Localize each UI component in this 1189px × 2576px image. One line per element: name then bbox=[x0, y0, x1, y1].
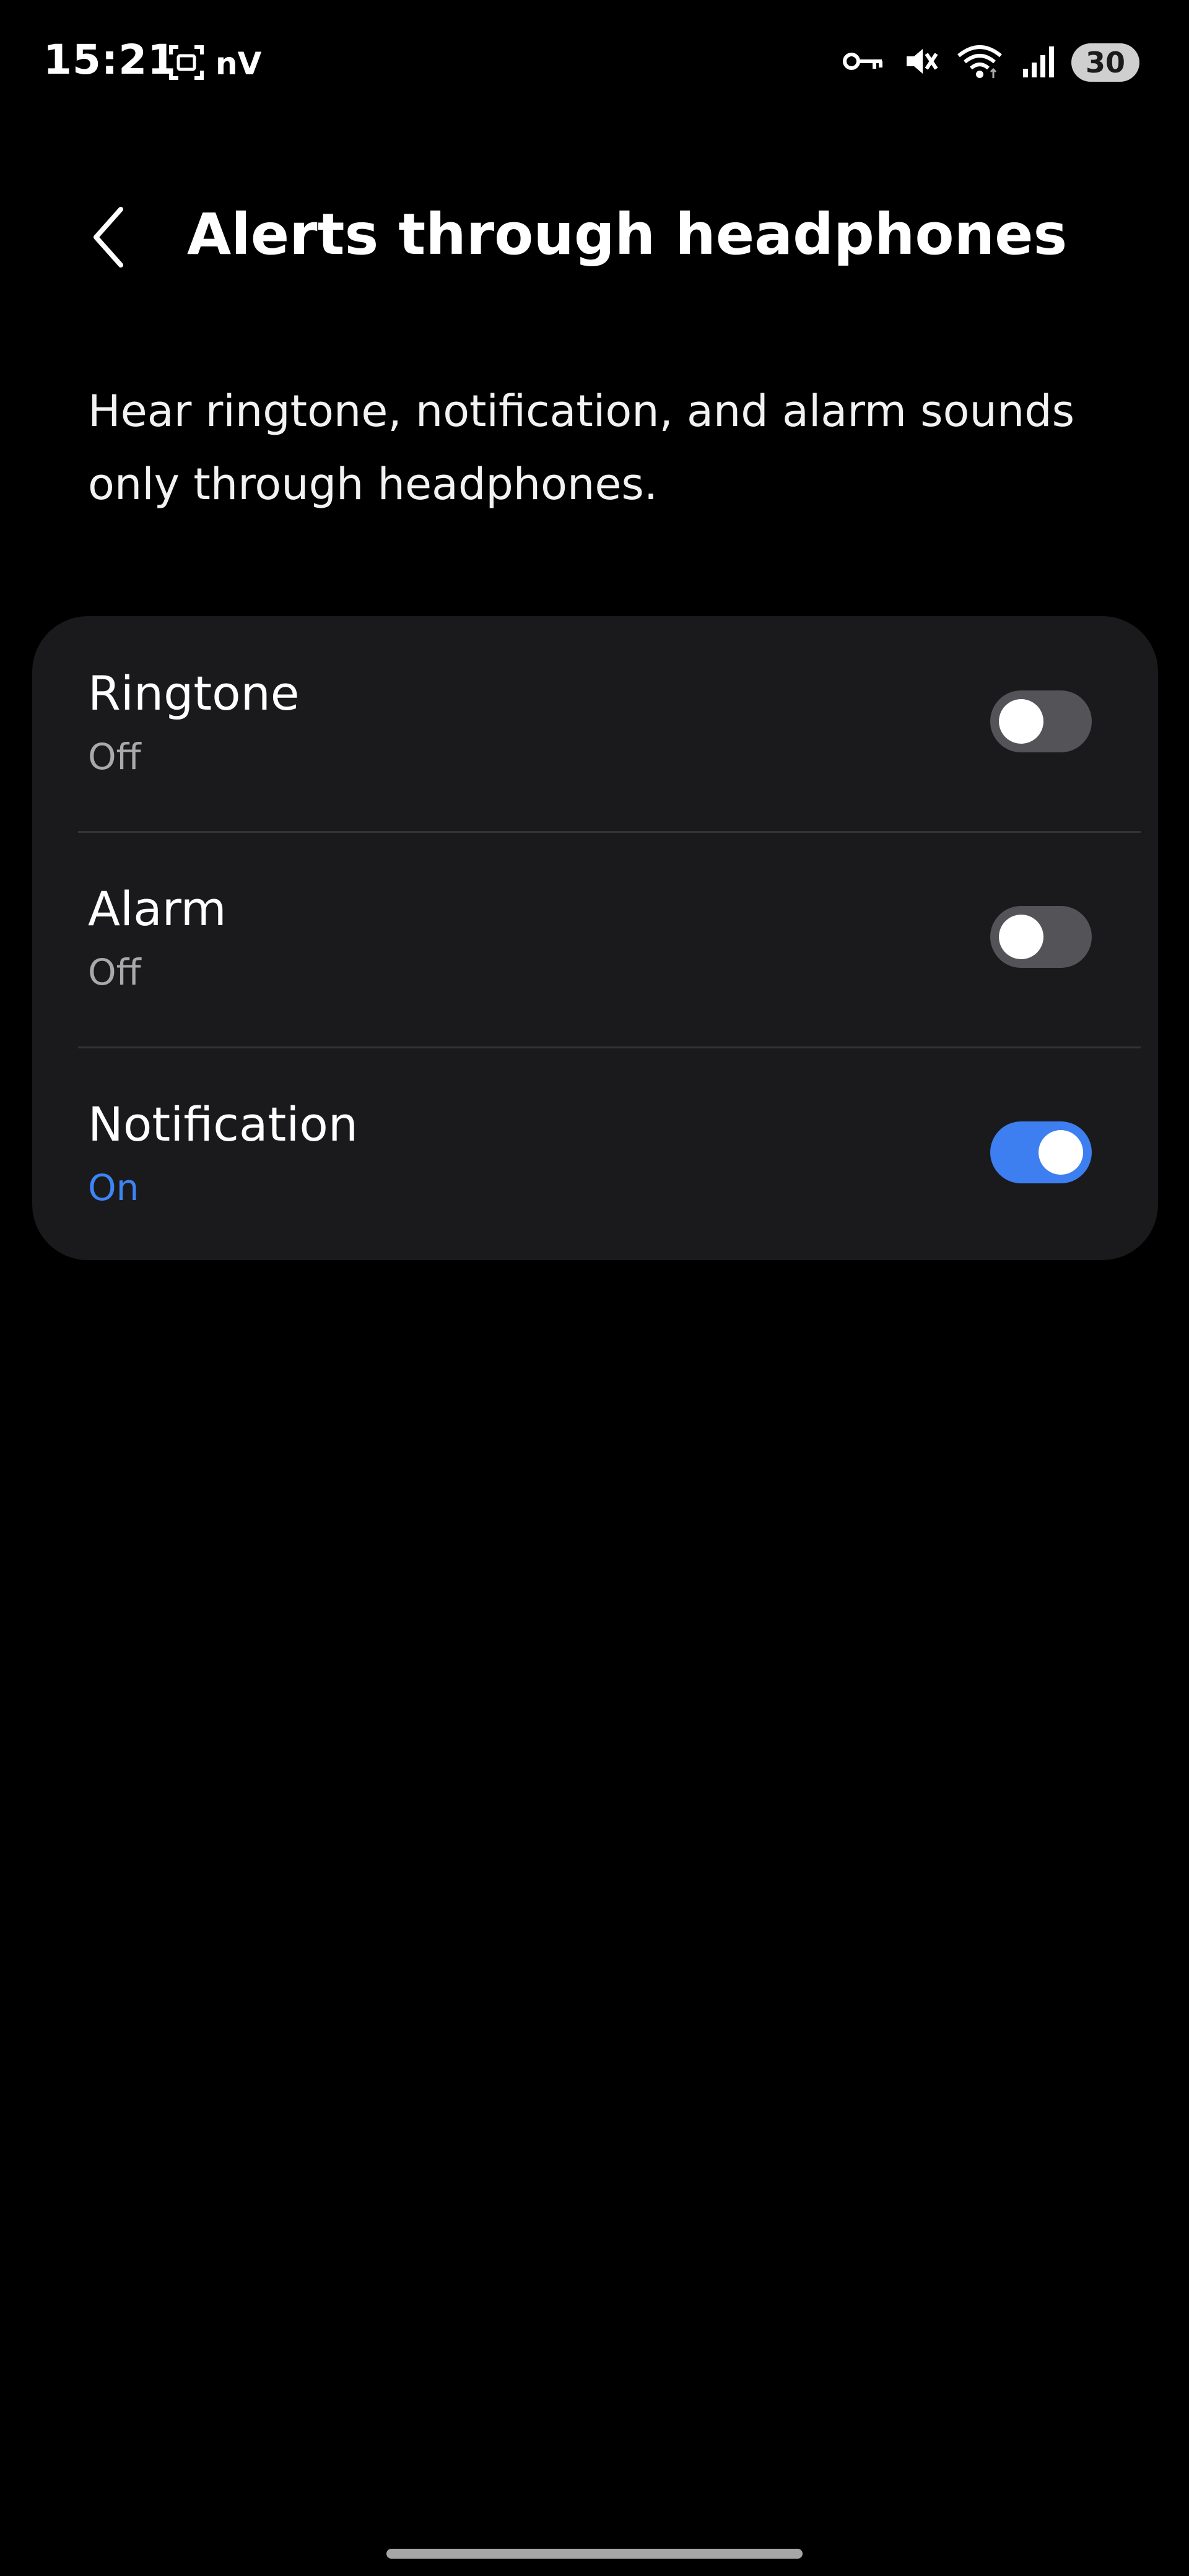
toggle-knob bbox=[1039, 1130, 1083, 1175]
setting-row-notification[interactable]: Notification On bbox=[32, 1047, 1158, 1262]
setting-status: Off bbox=[88, 951, 141, 993]
battery-icon: 30 bbox=[1071, 43, 1139, 82]
back-button[interactable] bbox=[74, 198, 142, 279]
chevron-left-icon bbox=[87, 203, 130, 274]
ringtone-toggle[interactable] bbox=[990, 690, 1092, 752]
settings-screen: 15:21 nV 30 Alerts through headphones He… bbox=[0, 0, 1189, 2576]
notification-toggle[interactable] bbox=[990, 1121, 1092, 1183]
status-left-icons: nV bbox=[167, 43, 261, 84]
wifi-icon bbox=[955, 42, 1004, 83]
setting-status: On bbox=[88, 1167, 139, 1209]
page-title: Alerts through headphones bbox=[187, 201, 1068, 268]
setting-row-alarm[interactable]: Alarm Off bbox=[32, 832, 1158, 1046]
signal-icon bbox=[1021, 44, 1055, 81]
status-time: 15:21 bbox=[43, 36, 177, 84]
alarm-toggle[interactable] bbox=[990, 906, 1092, 968]
toggle-knob bbox=[999, 915, 1043, 959]
toggle-knob bbox=[999, 699, 1043, 744]
setting-label: Ringtone bbox=[88, 666, 300, 721]
status-bar: 15:21 nV 30 bbox=[0, 0, 1189, 130]
setting-row-ringtone[interactable]: Ringtone Off bbox=[32, 616, 1158, 831]
carrier-text: nV bbox=[216, 46, 262, 82]
setting-status: Off bbox=[88, 736, 141, 778]
mute-icon bbox=[902, 43, 939, 82]
status-right-icons: 30 bbox=[842, 42, 1139, 83]
vpn-key-icon bbox=[842, 49, 886, 76]
home-indicator[interactable] bbox=[386, 2549, 803, 2559]
description-text: Hear ringtone, notification, and alarm s… bbox=[88, 386, 1075, 510]
settings-card: Ringtone Off Alarm Off Notification On bbox=[32, 616, 1158, 1260]
screenshot-icon bbox=[167, 43, 206, 84]
setting-label: Alarm bbox=[88, 881, 227, 936]
setting-label: Notification bbox=[88, 1097, 359, 1152]
